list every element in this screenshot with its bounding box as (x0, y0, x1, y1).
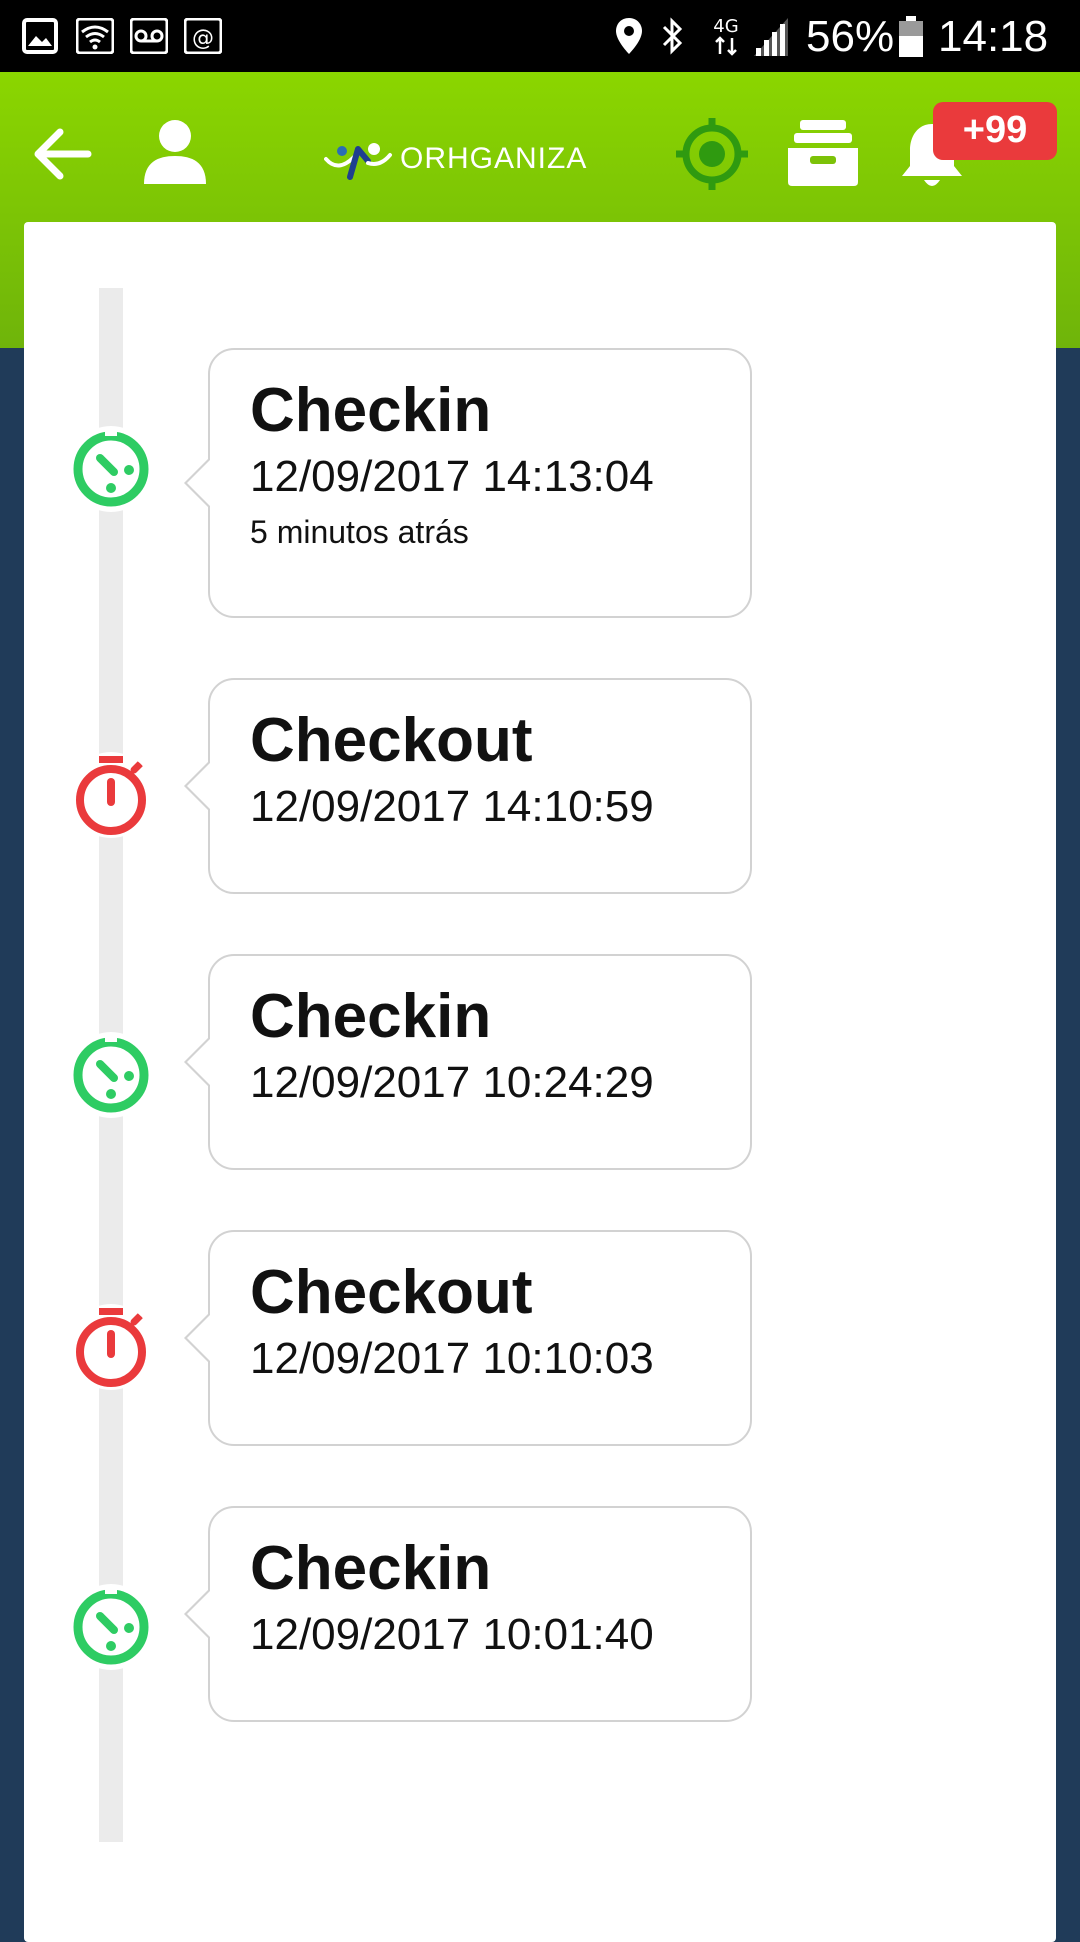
event-datetime: 12/09/2017 14:10:59 (250, 782, 654, 831)
battery-percent: 56% (806, 12, 895, 61)
signal-icon (754, 18, 788, 56)
event-datetime: 12/09/2017 14:13:04 (250, 452, 654, 501)
target-icon[interactable] (674, 116, 750, 192)
status-time: 14:18 (938, 12, 1049, 61)
logo-icon (324, 143, 392, 180)
event-datetime: 12/09/2017 10:10:03 (250, 1334, 654, 1383)
timeline-event-checkout[interactable]: Checkout 12/09/2017 14:10:59 (184, 678, 752, 894)
event-title: Checkout (250, 706, 533, 775)
timeline-card: Checkin 12/09/2017 14:13:04 5 minutos at… (24, 222, 1056, 1942)
checkin-timer-icon (68, 1032, 154, 1118)
timeline-event-checkin[interactable]: Checkin 12/09/2017 10:01:40 (184, 1506, 752, 1722)
inbox-icon[interactable] (786, 118, 860, 188)
checkout-stopwatch-icon (68, 752, 154, 838)
notification-badge[interactable]: +99 (933, 102, 1057, 160)
brand-name: ORHGANIZA (400, 142, 588, 175)
status-bar: @ 4G 56% 14:18 (0, 0, 1080, 72)
network-4g-icon: 4G (713, 16, 739, 56)
checkin-timer-icon (68, 1584, 154, 1670)
location-icon (616, 18, 642, 54)
gallery-icon (22, 18, 58, 54)
checkin-timer-icon (68, 426, 154, 512)
bluetooth-icon (662, 17, 683, 55)
battery-icon (899, 16, 923, 57)
event-datetime: 12/09/2017 10:24:29 (250, 1058, 654, 1107)
svg-text:4G: 4G (713, 16, 738, 37)
event-title: Checkin (250, 376, 492, 445)
voicemail-icon (130, 18, 168, 54)
brand-logo: ORHGANIZA (324, 134, 587, 184)
user-icon[interactable] (142, 118, 208, 186)
wifi-icon (76, 18, 114, 54)
timeline-event-checkin[interactable]: Checkin 12/09/2017 10:24:29 (184, 954, 752, 1170)
event-title: Checkout (250, 1258, 533, 1327)
event-title: Checkin (250, 1534, 492, 1603)
back-arrow-icon[interactable] (30, 124, 94, 184)
svg-text:@: @ (192, 26, 214, 51)
timeline-event-checkin[interactable]: Checkin 12/09/2017 14:13:04 5 minutos at… (184, 348, 752, 618)
timeline-event-checkout[interactable]: Checkout 12/09/2017 10:10:03 (184, 1230, 752, 1446)
event-datetime: 12/09/2017 10:01:40 (250, 1610, 654, 1659)
screenshot-icon: @ (184, 18, 222, 54)
checkout-stopwatch-icon (68, 1304, 154, 1390)
event-title: Checkin (250, 982, 492, 1051)
event-relative-time: 5 minutos atrás (250, 514, 469, 550)
